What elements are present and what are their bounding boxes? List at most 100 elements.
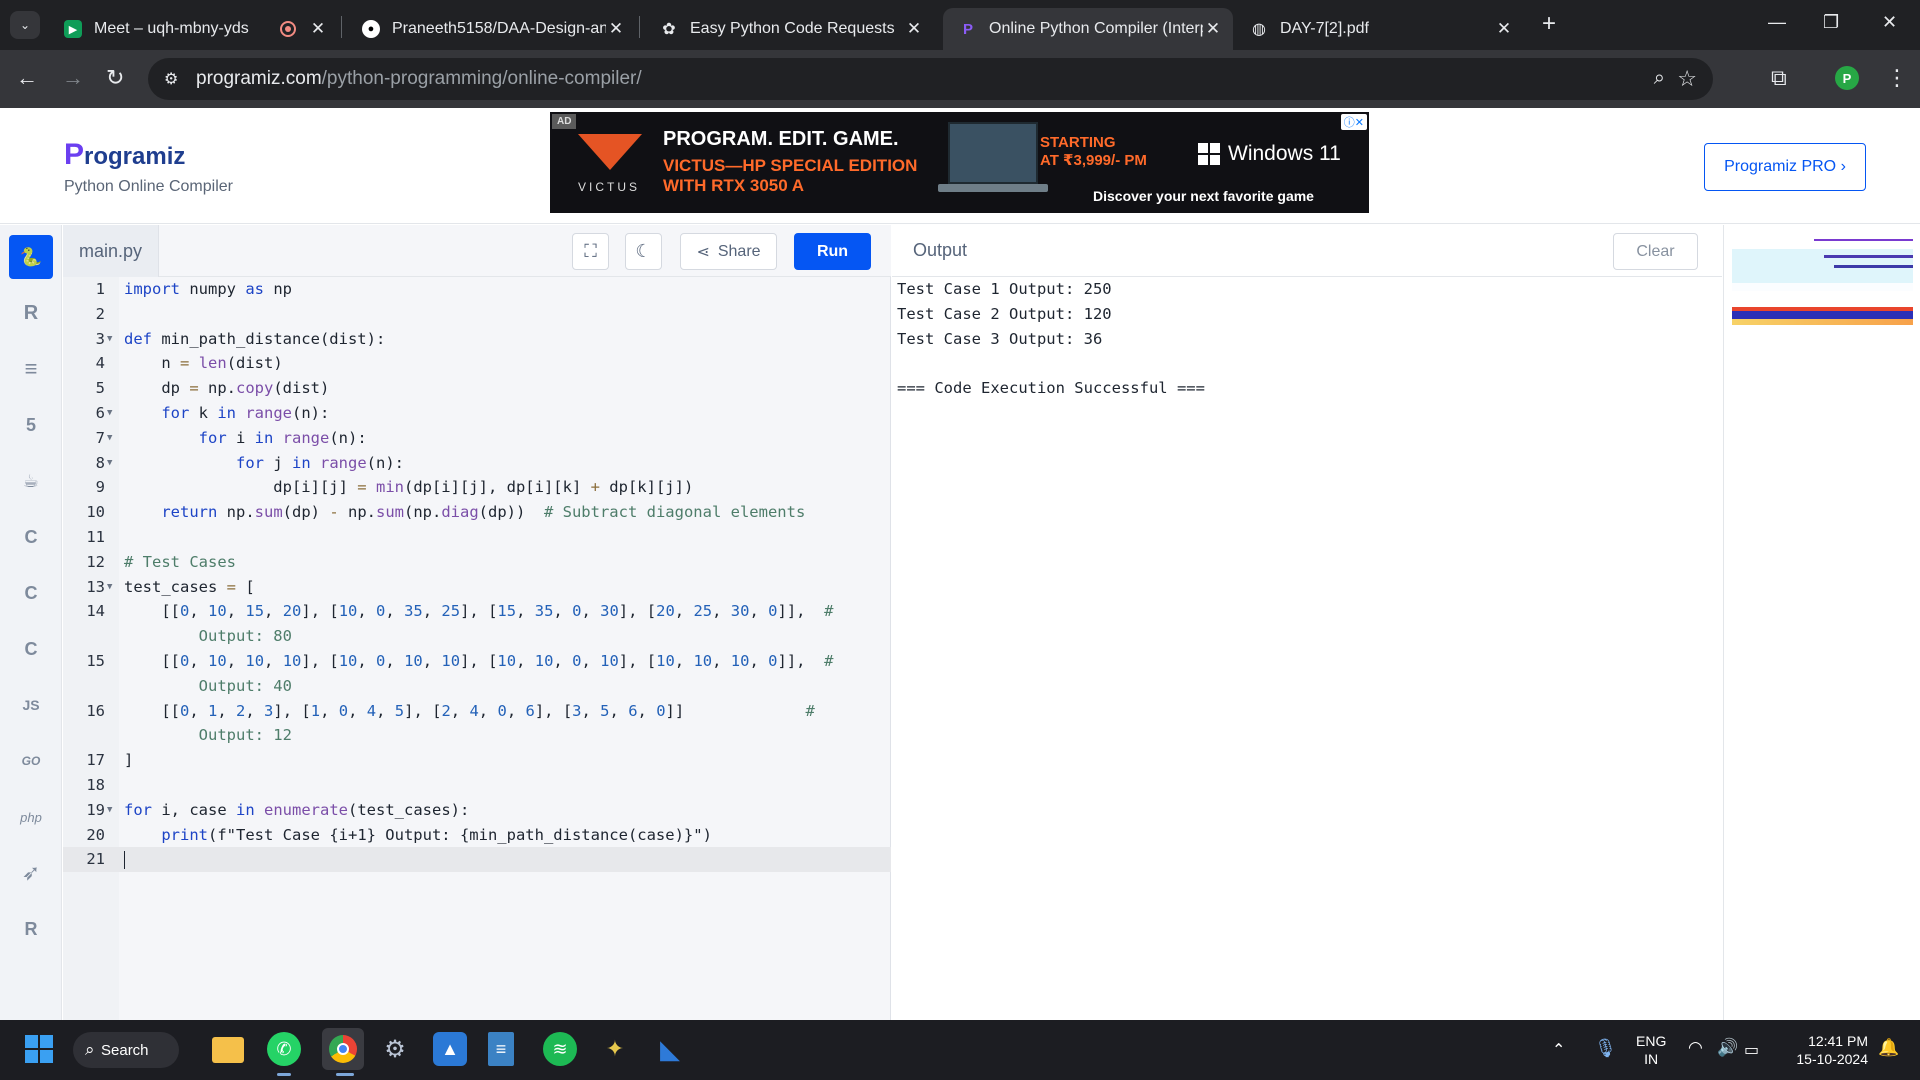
battery-icon[interactable]: ▭ [1744, 1040, 1759, 1060]
code-line[interactable]: 5 dp = np.copy(dist) [63, 376, 891, 401]
zoom-icon[interactable]: ⌕ [1654, 67, 1665, 90]
volume-icon[interactable]: 🔊 [1717, 1038, 1738, 1058]
programiz-pro-button[interactable]: Programiz PRO › [1704, 143, 1866, 191]
browser-toolbar: ← → ↻ ⚙ programiz.com/python-programming… [0, 50, 1920, 108]
code-line[interactable]: 10 return np.sum(dp) - np.sum(np.diag(dp… [63, 500, 891, 525]
code-line[interactable]: 18 [63, 773, 891, 798]
code-line[interactable]: 6 ▼ for k in range(n): [63, 401, 891, 426]
code-line-wrapped[interactable]: Output: 80 [63, 624, 891, 649]
browser-tab-pdf[interactable]: ◍ DAY-7[2].pdf ✕ [1234, 8, 1524, 50]
windows-start-icon[interactable] [22, 1032, 56, 1066]
right-ad-column[interactable]: AD [1723, 225, 1920, 1020]
chrome-icon[interactable] [322, 1028, 364, 1070]
language-swift-icon[interactable]: ➶ [9, 851, 53, 895]
code-line-current[interactable]: 21 [63, 847, 891, 873]
output-console[interactable]: Test Case 1 Output: 250 Test Case 2 Outp… [897, 277, 1205, 401]
notepad-icon[interactable]: ≡ [488, 1032, 514, 1066]
wifi-icon[interactable]: ◠ [1688, 1038, 1703, 1058]
close-tab-icon[interactable]: ✕ [606, 19, 626, 39]
spotify-icon[interactable]: ≋ [543, 1032, 577, 1066]
close-window-icon[interactable]: ✕ [1882, 12, 1897, 33]
back-arrow-icon[interactable]: ← [16, 66, 38, 90]
close-tab-icon[interactable]: ✕ [904, 19, 924, 39]
url-text[interactable]: programiz.com/python-programming/online-… [196, 68, 642, 90]
browser-menu-icon[interactable]: ⋮ [1886, 66, 1908, 90]
language-indicator[interactable]: ENG IN [1636, 1032, 1666, 1068]
code-line[interactable]: 7 ▼ for i in range(n): [63, 426, 891, 451]
language-javascript-icon[interactable]: JS [9, 683, 53, 727]
browser-tab-programiz[interactable]: P Online Python Compiler (Interp ✕ [943, 8, 1233, 50]
language-cpp-icon[interactable]: C [9, 571, 53, 615]
code-line[interactable]: 8 ▼ for j in range(n): [63, 451, 891, 476]
bookmark-star-icon[interactable]: ☆ [1677, 66, 1697, 92]
site-info-icon[interactable]: ⚙ [164, 69, 178, 89]
whatsapp-icon[interactable]: ✆ [267, 1032, 301, 1066]
fullscreen-icon[interactable]: ⛶ [572, 233, 609, 270]
code-line[interactable]: 20 print(f"Test Case {i+1} Output: {min_… [63, 823, 891, 848]
language-php-icon[interactable]: php [9, 795, 53, 839]
new-tab-button[interactable]: + [1542, 12, 1556, 36]
code-line[interactable]: 19 ▼ for i, case in enumerate(test_cases): [63, 798, 891, 823]
microphone-icon[interactable]: 🎙 [1594, 1038, 1617, 1059]
close-tab-icon[interactable]: ✕ [1494, 19, 1514, 39]
notification-bell-icon[interactable]: 🔔 [1878, 1038, 1899, 1058]
profile-avatar[interactable]: P [1835, 66, 1859, 90]
photos-icon[interactable]: ▲ [433, 1032, 467, 1066]
minimize-icon[interactable]: — [1768, 12, 1786, 33]
code-line[interactable]: 14 [[0, 10, 15, 20], [10, 0, 35, 25], [1… [63, 599, 891, 624]
ad-price-line-1: STARTING [1040, 134, 1116, 151]
language-r-icon[interactable]: R [9, 291, 53, 335]
restore-icon[interactable]: ❐ [1823, 12, 1839, 33]
code-line[interactable]: 12 # Test Cases [63, 550, 891, 575]
code-content[interactable]: 1 import numpy as np 2 3 ▼ def min_path_dis… [63, 277, 891, 873]
share-button[interactable]: ⋖ Share [680, 233, 777, 270]
clock[interactable]: 12:41 PM 15-10-2024 [1786, 1032, 1868, 1068]
language-java-icon[interactable]: ☕ [9, 459, 53, 503]
search-icon: ⌕ [85, 1040, 95, 1059]
windows-label: Windows 11 [1228, 142, 1341, 165]
clear-button[interactable]: Clear [1613, 233, 1698, 270]
jdk-app-icon[interactable]: ✦ [598, 1032, 632, 1066]
browser-tab-chatgpt[interactable]: ✿ Easy Python Code Requests ✕ [644, 8, 934, 50]
code-line[interactable]: 11 [63, 525, 891, 550]
language-c-icon[interactable]: C [9, 515, 53, 559]
dark-mode-moon-icon[interactable]: ☾ [625, 233, 662, 270]
code-line-wrapped[interactable]: Output: 40 [63, 674, 891, 699]
code-line[interactable]: 3 ▼ def min_path_distance(dist): [63, 327, 891, 352]
settings-gear-icon[interactable]: ⚙ [378, 1032, 412, 1066]
ad-banner[interactable]: AD ⓘ✕ VICTUS PROGRAM. EDIT. GAME. VICTUS… [550, 112, 1369, 213]
language-go-icon[interactable]: GO [9, 739, 53, 783]
taskbar-search[interactable]: ⌕ Search [73, 1032, 179, 1068]
code-line-wrapped[interactable]: Output: 12 [63, 723, 891, 748]
reload-icon[interactable]: ↻ [106, 66, 124, 90]
code-line[interactable]: 2 [63, 302, 891, 327]
file-explorer-icon[interactable] [212, 1037, 244, 1063]
language-rust-icon[interactable]: R [9, 907, 53, 951]
code-line[interactable]: 13 ▼ test_cases = [ [63, 575, 891, 600]
code-line[interactable]: 9 dp[i][j] = min(dp[i][j], dp[i][k] + dp… [63, 475, 891, 500]
file-tab-main-py[interactable]: main.py [63, 225, 159, 277]
code-line[interactable]: 1 import numpy as np [63, 277, 891, 302]
browser-tab-meet[interactable]: ▶ Meet – uqh-mbny-yds ✕ [48, 8, 338, 50]
browser-tab-github[interactable]: ● Praneeth5158/DAA-Design-and ✕ [346, 8, 636, 50]
ad-info-icon[interactable]: ⓘ✕ [1340, 114, 1367, 130]
language-python-icon[interactable]: 🐍 [9, 235, 53, 279]
extensions-icon[interactable]: ⧉ [1771, 66, 1787, 90]
code-line[interactable]: 4 n = len(dist) [63, 351, 891, 376]
close-tab-icon[interactable]: ✕ [308, 19, 328, 39]
language-sql-icon[interactable]: ≡ [9, 347, 53, 391]
sail-app-icon[interactable]: ◣ [653, 1032, 687, 1066]
tray-overflow-chevron-icon[interactable]: ⌃ [1552, 1040, 1565, 1060]
run-button[interactable]: Run [794, 233, 871, 270]
address-bar[interactable]: ⚙ programiz.com/python-programming/onlin… [148, 58, 1713, 100]
code-line[interactable]: 16 [[0, 1, 2, 3], [1, 0, 4, 5], [2, 4, 0… [63, 699, 891, 724]
programiz-logo[interactable]: Programiz [64, 138, 185, 172]
code-line[interactable]: 15 [[0, 10, 10, 10], [10, 0, 10, 10], [1… [63, 649, 891, 674]
language-html-icon[interactable]: 5 [9, 403, 53, 447]
language-csharp-icon[interactable]: C [9, 627, 53, 671]
github-icon: ● [362, 20, 380, 38]
forward-arrow-icon[interactable]: → [62, 66, 84, 90]
close-tab-icon[interactable]: ✕ [1203, 19, 1223, 39]
code-line[interactable]: 17] [63, 748, 891, 773]
tab-search-menu-button[interactable]: ⌄ [10, 11, 40, 39]
